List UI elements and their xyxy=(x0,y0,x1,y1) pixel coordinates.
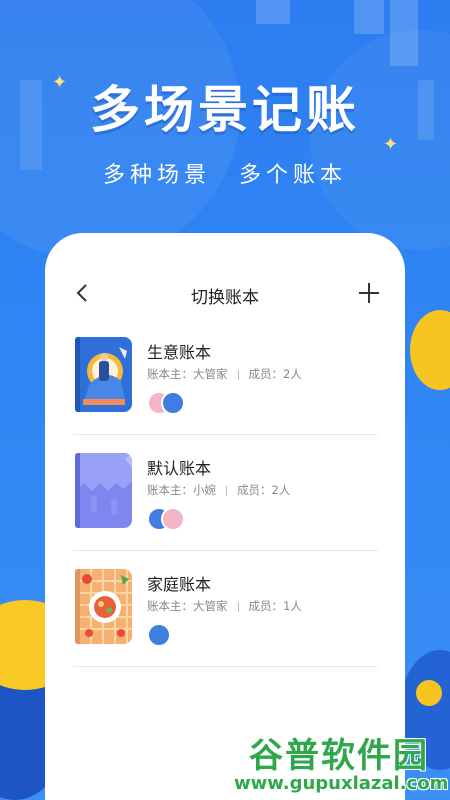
book-meta: 账本主：大管家 成员：1人 xyxy=(147,598,302,614)
book-members: 成员：1人 xyxy=(248,599,302,613)
bg-bar xyxy=(256,0,290,24)
book-item[interactable]: 生意账本 账本主：大管家 成员：2人 xyxy=(73,319,378,435)
divider xyxy=(226,485,227,496)
book-cover-image xyxy=(75,337,132,412)
book-cover-image xyxy=(75,453,132,528)
avatar xyxy=(147,623,171,647)
avatar xyxy=(161,391,185,415)
phone-mockup: 切换账本 生意账本 账本主：大管家 成员：2人 默认账本 账本主：小婉 成员：2… xyxy=(45,233,405,800)
book-name: 默认账本 xyxy=(147,459,212,478)
book-meta: 账本主：小婉 成员：2人 xyxy=(147,482,290,498)
divider xyxy=(237,369,239,380)
app-screen: ✦ ✦ 多场景记账 多种场景 多个账本 切换账本 生意账本 账本主：大管家 成员… xyxy=(0,0,450,800)
book-owner: 账本主：大管家 xyxy=(147,367,228,381)
book-owner: 账本主：小婉 xyxy=(147,483,216,497)
bg-yellow-shape xyxy=(410,310,450,390)
watermark-url: www.gupuxlazal.com xyxy=(234,773,449,794)
book-name: 家庭账本 xyxy=(147,575,212,594)
hero-title: 多场景记账 xyxy=(90,81,360,139)
book-members: 成员：2人 xyxy=(237,483,291,497)
book-item[interactable]: 默认账本 账本主：小婉 成员：2人 xyxy=(73,435,378,551)
divider xyxy=(237,601,239,612)
book-meta: 账本主：大管家 成员：2人 xyxy=(147,366,302,382)
plus-icon[interactable] xyxy=(355,279,383,307)
book-name: 生意账本 xyxy=(147,343,212,362)
bg-bar xyxy=(354,0,384,34)
page-title: 切换账本 xyxy=(191,288,259,308)
avatar xyxy=(161,507,185,531)
watermark-logo: 谷普软件园 www.gupuxlazal.com xyxy=(234,728,449,798)
book-list: 生意账本 账本主：大管家 成员：2人 默认账本 账本主：小婉 成员：2人 家庭账… xyxy=(73,319,378,667)
book-cover-image xyxy=(75,569,132,644)
nav-bar: 切换账本 xyxy=(45,273,405,313)
book-item[interactable]: 家庭账本 账本主：大管家 成员：1人 xyxy=(73,551,378,667)
watermark-text: 谷普软件园 xyxy=(249,736,429,776)
book-owner: 账本主：大管家 xyxy=(147,599,228,613)
bg-bar xyxy=(390,0,418,66)
bg-yellow-dot xyxy=(416,680,442,706)
book-members: 成员：2人 xyxy=(248,367,302,381)
hero-subtitle-left: 多种场景 xyxy=(102,163,211,188)
hero-subtitle: 多种场景 多个账本 xyxy=(0,157,450,189)
hero-subtitle-right: 多个账本 xyxy=(239,163,348,188)
